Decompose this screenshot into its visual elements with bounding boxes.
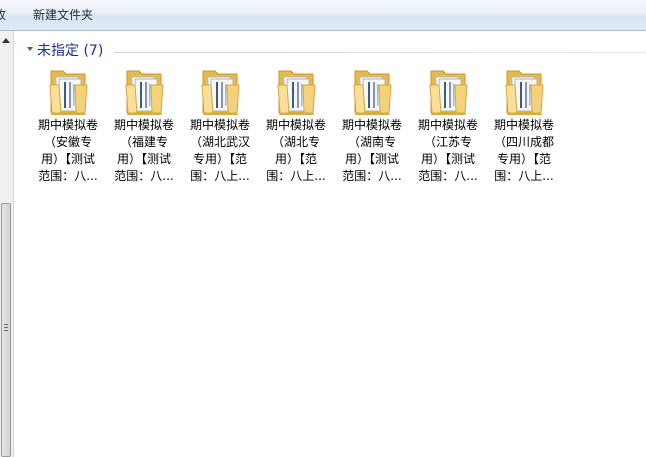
folder-name: 期中模拟卷 （湖北专 用）【范 围：八上... (265, 118, 326, 183)
folder-item[interactable]: 期中模拟卷 （江苏专 用）【测试 范围：八... (413, 65, 483, 190)
folder-item[interactable]: 期中模拟卷 （湖北武汉 专用）【范 围：八上... (185, 65, 255, 190)
group-header[interactable]: 未指定 (7) (22, 42, 646, 60)
folder-name: 期中模拟卷 （湖南专 用）【测试 范围：八... (341, 118, 402, 183)
folder-icon (349, 65, 395, 117)
file-list-view[interactable]: 未指定 (7) 期中模拟卷 （安徽专 用）【测试 范围：八... 期中模拟卷 （… (14, 31, 646, 457)
group-title: 未指定 (7) (37, 43, 104, 59)
new-folder-button[interactable]: 新建文件夹 (33, 0, 93, 30)
folder-item[interactable]: 期中模拟卷 （福建专 用）【测试 范围：八... (109, 65, 179, 190)
folder-icon (273, 65, 319, 117)
cut-button[interactable]: 收 (0, 0, 6, 30)
folder-icon (501, 65, 547, 117)
scroll-up-arrow-icon[interactable] (2, 38, 10, 43)
grip-icon (4, 324, 8, 331)
scrollbar-thumb[interactable] (1, 203, 11, 457)
folder-item[interactable]: 期中模拟卷 （湖北专 用）【范 围：八上... (261, 65, 331, 190)
folder-name: 期中模拟卷 （四川成都 专用）【范 围：八上... (493, 118, 554, 183)
folder-item[interactable]: 期中模拟卷 （四川成都 专用）【范 围：八上... (489, 65, 559, 190)
folder-icon (121, 65, 167, 117)
folder-name: 期中模拟卷 （安徽专 用）【测试 范围：八... (37, 118, 98, 183)
navigation-pane-scrollbar[interactable] (0, 31, 14, 457)
folder-icon (45, 65, 91, 117)
folder-name: 期中模拟卷 （江苏专 用）【测试 范围：八... (417, 118, 478, 183)
folder-name: 期中模拟卷 （福建专 用）【测试 范围：八... (113, 118, 174, 183)
folder-icon (197, 65, 243, 117)
folder-name: 期中模拟卷 （湖北武汉 专用）【范 围：八上... (189, 118, 250, 183)
group-divider (114, 52, 646, 53)
command-toolbar: 收 新建文件夹 (0, 0, 646, 31)
folder-item[interactable]: 期中模拟卷 （安徽专 用）【测试 范围：八... (33, 65, 103, 190)
folder-icon (425, 65, 471, 117)
folder-item[interactable]: 期中模拟卷 （湖南专 用）【测试 范围：八... (337, 65, 407, 190)
